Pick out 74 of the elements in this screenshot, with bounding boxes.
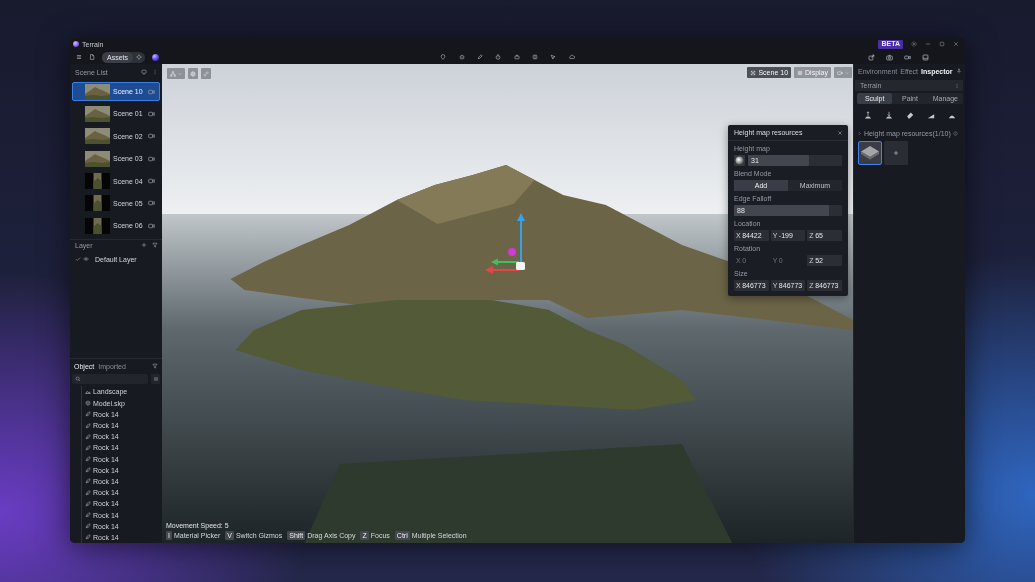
plus-icon[interactable] (141, 242, 147, 249)
video-camera-icon[interactable] (148, 133, 155, 140)
cursor-icon[interactable] (550, 54, 557, 60)
export-icon[interactable] (868, 53, 875, 61)
leaf-icon (85, 433, 91, 440)
scene-thumbnail (85, 195, 110, 212)
close-icon[interactable] (953, 41, 959, 47)
scene-thumbnail (85, 150, 110, 167)
panel-icon[interactable] (531, 54, 538, 60)
search-icon (75, 376, 81, 383)
leaf-icon (85, 467, 91, 474)
mountain-icon (85, 388, 91, 395)
search-field[interactable] (72, 374, 148, 385)
close-icon[interactable] (837, 129, 843, 136)
scene-thumbnail (85, 217, 110, 234)
timer-icon[interactable] (495, 54, 502, 60)
camera-icon (837, 69, 843, 76)
sparkle-icon[interactable] (136, 54, 142, 60)
video-camera-icon[interactable] (148, 200, 155, 207)
leaf-icon (85, 422, 91, 429)
hierarchy-icon (170, 70, 176, 77)
menu-icon[interactable] (76, 54, 82, 60)
columns-button[interactable] (151, 374, 160, 385)
leaf-icon (85, 523, 91, 530)
leaf-icon (85, 411, 91, 418)
robot-icon[interactable] (458, 54, 465, 60)
move-gizmo[interactable] (483, 212, 528, 276)
pin-icon[interactable] (956, 68, 962, 74)
chevron-icon[interactable] (857, 130, 862, 136)
video-camera-icon[interactable] (148, 88, 155, 95)
video-camera-icon[interactable] (148, 222, 155, 229)
funnel-icon[interactable] (152, 363, 158, 370)
eraser-icon[interactable] (905, 111, 914, 119)
pencil-icon[interactable] (477, 54, 484, 60)
scene-thumbnail (85, 83, 110, 100)
settings-icon[interactable] (911, 41, 917, 47)
cloud-icon[interactable] (568, 54, 575, 60)
leaf-icon (85, 489, 91, 496)
expand-icon (750, 69, 757, 76)
box-icon[interactable] (513, 54, 520, 60)
leaf-icon (85, 512, 91, 519)
location-pin-icon[interactable] (440, 54, 447, 60)
plus-icon (893, 150, 899, 156)
leaf-icon (85, 456, 91, 463)
leaf-icon (85, 444, 91, 451)
scene-thumbnail (85, 105, 110, 122)
scene-thumbnail (85, 128, 110, 145)
scene-thumbnail (85, 173, 110, 190)
globe-icon (190, 70, 196, 77)
document-icon[interactable] (89, 54, 95, 60)
leaf-icon (85, 500, 91, 507)
check-icon[interactable] (75, 256, 81, 263)
video-camera-icon[interactable] (148, 155, 155, 162)
maximize-icon[interactable] (939, 41, 945, 47)
raise-terrain-icon[interactable] (863, 111, 872, 119)
sphere-icon[interactable] (152, 53, 159, 61)
funnel-icon[interactable] (152, 242, 158, 249)
heightmap-thumbnail[interactable] (858, 141, 882, 165)
logo-icon (73, 41, 79, 47)
heightmap-sphere-icon (734, 155, 745, 166)
leaf-icon (85, 534, 91, 541)
inbox-icon[interactable] (922, 53, 929, 61)
lower-terrain-icon[interactable] (884, 111, 893, 119)
video-camera-icon[interactable] (904, 53, 911, 61)
camera-icon[interactable] (886, 53, 893, 61)
monitor-icon[interactable] (141, 69, 147, 75)
video-camera-icon[interactable] (148, 110, 155, 117)
link-icon (203, 70, 209, 77)
eye-icon[interactable] (83, 256, 89, 263)
cube-icon (85, 400, 91, 407)
video-camera-icon[interactable] (148, 178, 155, 185)
columns-icon (152, 376, 159, 383)
grid-icon (797, 69, 804, 76)
leaf-icon (85, 478, 91, 485)
